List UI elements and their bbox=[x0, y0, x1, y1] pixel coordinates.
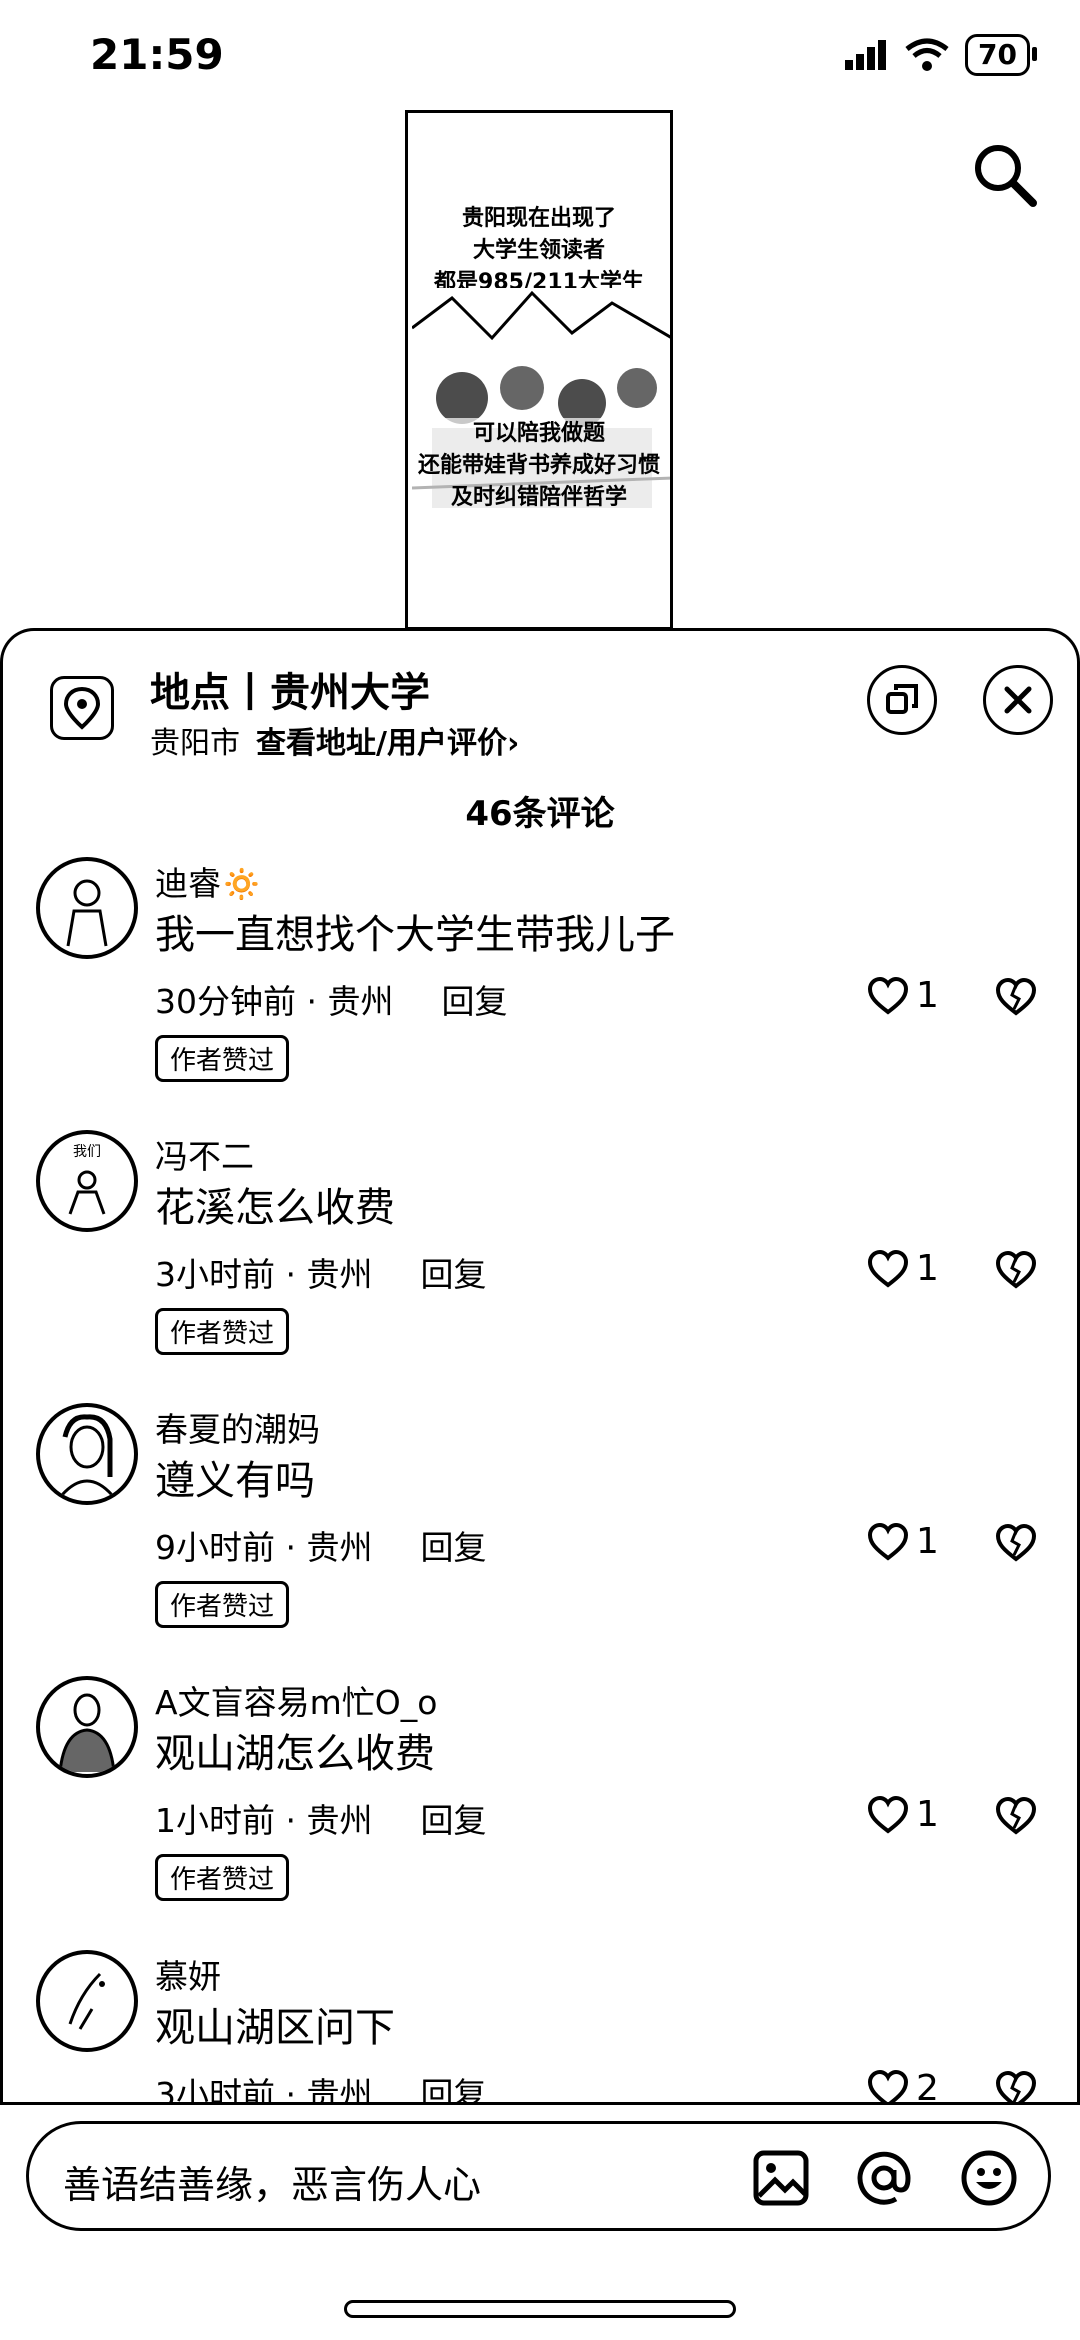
comment-author[interactable]: 慕妍 bbox=[155, 1950, 221, 1998]
at-mention-icon[interactable] bbox=[854, 2148, 914, 2208]
comment-text[interactable]: 观山湖怎么收费 bbox=[155, 1721, 435, 1779]
location-subtitle[interactable]: 贵阳市 查看地址/用户评价› bbox=[150, 718, 519, 762]
like-button[interactable]: 1 bbox=[866, 1521, 939, 1562]
battery-indicator: 70 bbox=[965, 34, 1037, 76]
comment-input-placeholder: 善语结善缘，恶言伤人心 bbox=[63, 2163, 482, 2207]
comment-meta: 30分钟前 · 贵州 回复 bbox=[155, 975, 507, 1023]
reply-button[interactable]: 回复 bbox=[420, 1248, 486, 1296]
status-icons: 70 bbox=[843, 34, 1037, 76]
close-icon bbox=[1004, 686, 1032, 714]
like-count: 1 bbox=[916, 1521, 939, 1562]
reply-button[interactable]: 回复 bbox=[441, 975, 507, 1023]
comment-meta: 1小时前 · 贵州 回复 bbox=[155, 1794, 486, 1842]
comment-text[interactable]: 观山湖区问下 bbox=[155, 1995, 395, 2053]
video-caption-top: 贵阳现在出现了 大学生领读者 都是985/211大学生 bbox=[434, 206, 644, 295]
svg-text:我们: 我们 bbox=[73, 1144, 101, 1160]
heart-icon bbox=[867, 976, 909, 1015]
avatar[interactable]: 我们 bbox=[36, 1130, 138, 1232]
expand-icon bbox=[886, 684, 918, 714]
heart-icon bbox=[867, 1249, 909, 1288]
comment-item: A文盲容易m忙O_o 观山湖怎么收费 1小时前 · 贵州 回复 作者赞过 1 bbox=[0, 1676, 1080, 1946]
comment-time: 30分钟前 · 贵州 bbox=[155, 982, 394, 1021]
comment-text[interactable]: 花溪怎么收费 bbox=[155, 1175, 395, 1233]
location-link[interactable]: 查看地址/用户评价› bbox=[256, 718, 519, 762]
location-pin-icon[interactable] bbox=[50, 676, 114, 740]
like-button[interactable]: 1 bbox=[866, 1248, 939, 1289]
like-count: 1 bbox=[916, 1248, 939, 1289]
broken-heart-icon[interactable] bbox=[994, 1796, 1038, 1836]
broken-heart-icon[interactable] bbox=[994, 977, 1038, 1017]
comment-input-bar: 善语结善缘，恶言伤人心 bbox=[0, 2102, 1080, 2340]
heart-icon bbox=[867, 1522, 909, 1561]
avatar[interactable] bbox=[36, 1950, 138, 2052]
comment-meta: 3小时前 · 贵州 回复 bbox=[155, 1248, 486, 1296]
comment-item: 我们 冯不二 花溪怎么收费 3小时前 · 贵州 回复 作者赞过 1 bbox=[0, 1130, 1080, 1400]
author-liked-badge: 作者赞过 bbox=[155, 1035, 290, 1082]
broken-heart-icon[interactable] bbox=[994, 1250, 1038, 1290]
like-count: 1 bbox=[916, 975, 939, 1016]
cellular-signal-icon bbox=[845, 40, 887, 70]
like-button[interactable]: 1 bbox=[866, 975, 939, 1016]
avatar[interactable] bbox=[36, 1676, 138, 1778]
like-count: 1 bbox=[916, 1794, 939, 1835]
reply-button[interactable]: 回复 bbox=[420, 1794, 486, 1842]
reply-button[interactable]: 回复 bbox=[420, 1521, 486, 1569]
author-liked-badge: 作者赞过 bbox=[155, 1854, 290, 1901]
wifi-icon bbox=[905, 38, 949, 71]
expand-button[interactable] bbox=[867, 665, 937, 735]
author-liked-badge: 作者赞过 bbox=[155, 1308, 290, 1355]
like-button[interactable]: 1 bbox=[866, 1794, 939, 1835]
comment-time: 1小时前 · 贵州 bbox=[155, 1801, 373, 1840]
avatar[interactable] bbox=[36, 857, 138, 959]
close-button[interactable] bbox=[983, 665, 1053, 735]
comment-text[interactable]: 遵义有吗 bbox=[155, 1448, 315, 1506]
comment-text[interactable]: 我一直想找个大学生带我儿子 bbox=[155, 902, 675, 960]
avatar[interactable] bbox=[36, 1403, 138, 1505]
comment-input[interactable]: 善语结善缘，恶言伤人心 bbox=[26, 2121, 1051, 2231]
video-caption-bottom: 可以陪我做题 还能带娃背书养成好习惯 及时纠错陪伴哲学 bbox=[408, 418, 670, 514]
status-bar: 21:59 70 bbox=[0, 0, 1080, 110]
emoji-icon[interactable] bbox=[959, 2148, 1019, 2208]
image-icon[interactable] bbox=[751, 2148, 811, 2208]
heart-icon bbox=[867, 1795, 909, 1834]
broken-heart-icon[interactable] bbox=[994, 1523, 1038, 1563]
comment-author[interactable]: 迪睿🔅 bbox=[155, 857, 262, 905]
location-title[interactable]: 地点丨贵州大学 bbox=[150, 660, 430, 718]
comment-author[interactable]: 冯不二 bbox=[155, 1130, 254, 1178]
comment-author[interactable]: A文盲容易m忙O_o bbox=[155, 1676, 437, 1724]
comment-time: 3小时前 · 贵州 bbox=[155, 1255, 373, 1294]
location-city: 贵阳市 bbox=[150, 726, 240, 761]
status-time: 21:59 bbox=[90, 30, 224, 79]
home-indicator[interactable] bbox=[344, 2300, 736, 2318]
comment-author[interactable]: 春夏的潮妈 bbox=[155, 1403, 320, 1451]
comment-count: 46条评论 bbox=[465, 794, 615, 834]
search-icon[interactable] bbox=[970, 140, 1040, 210]
comment-meta: 9小时前 · 贵州 回复 bbox=[155, 1521, 486, 1569]
comment-item: 春夏的潮妈 遵义有吗 9小时前 · 贵州 回复 作者赞过 1 bbox=[0, 1403, 1080, 1673]
comment-item: 迪睿🔅 我一直想找个大学生带我儿子 30分钟前 · 贵州 回复 作者赞过 1 bbox=[0, 857, 1080, 1127]
author-liked-badge: 作者赞过 bbox=[155, 1581, 290, 1628]
video-thumbnail[interactable]: 贵阳现在出现了 大学生领读者 都是985/211大学生 可以陪我做题 还能带娃背… bbox=[405, 110, 673, 630]
comment-time: 9小时前 · 贵州 bbox=[155, 1528, 373, 1567]
